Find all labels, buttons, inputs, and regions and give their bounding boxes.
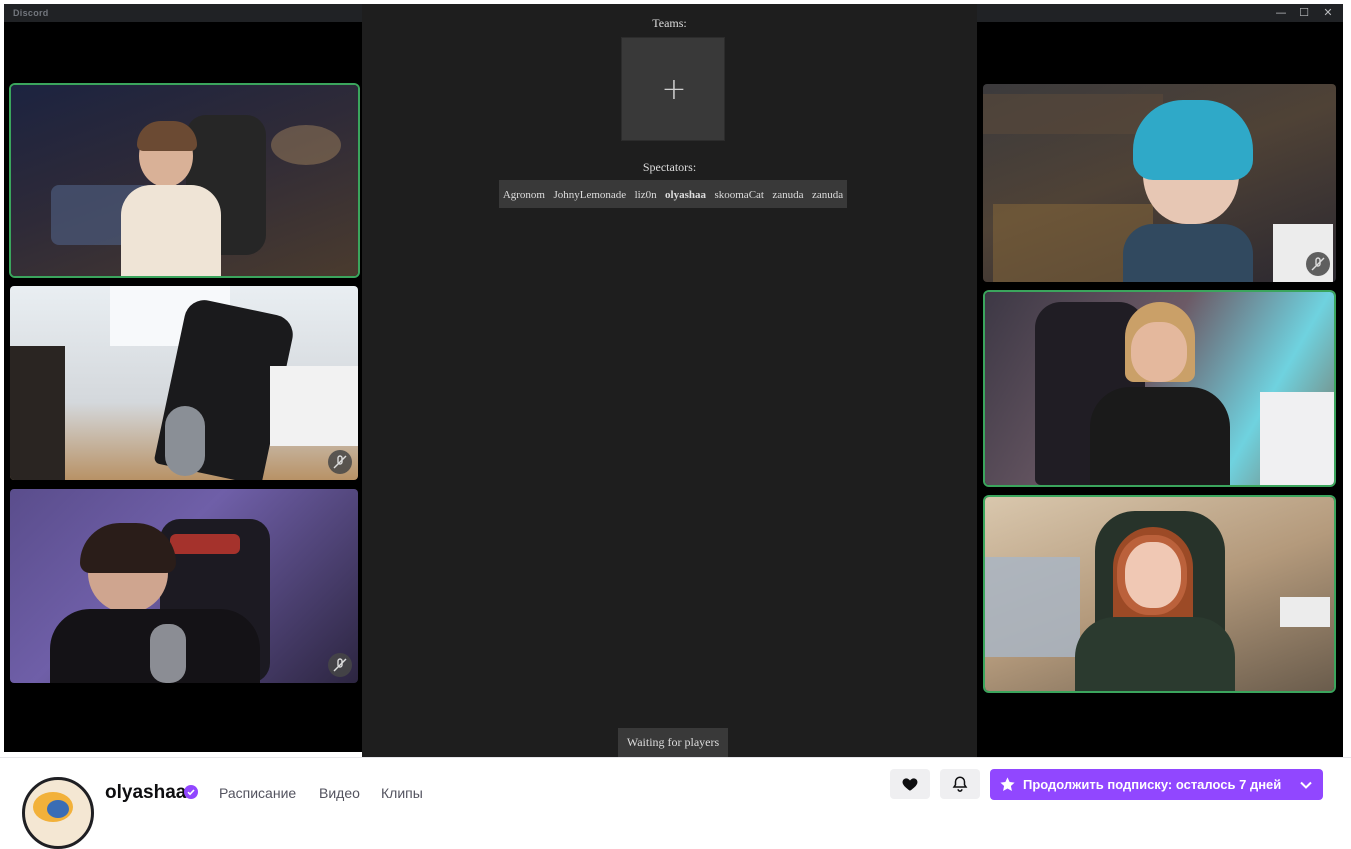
- page-edge: [1343, 22, 1351, 757]
- nav-schedule-link[interactable]: Расписание: [219, 785, 296, 801]
- nav-clips-link[interactable]: Клипы: [381, 785, 423, 801]
- video-tile-1[interactable]: [11, 85, 358, 276]
- mute-indicator: [328, 653, 352, 677]
- spectator-name: liz0n: [634, 189, 657, 201]
- app-title: Discord: [13, 8, 49, 18]
- spectator-name: Agronom: [502, 189, 545, 201]
- game-lobby-panel: Teams: + Spectators: Agronom JohnyLemona…: [362, 4, 977, 757]
- window-controls: — ☐ ✕: [977, 4, 1343, 22]
- mute-indicator: [1306, 252, 1330, 276]
- muted-mic-icon: [333, 455, 347, 469]
- muted-mic-icon: [1311, 257, 1325, 271]
- maximize-button[interactable]: ☐: [1297, 7, 1311, 19]
- video-tile-3[interactable]: [10, 489, 358, 683]
- video-tile-5[interactable]: [985, 292, 1334, 485]
- continue-subscription-button[interactable]: Продолжить подписку: осталось 7 дней: [990, 769, 1323, 800]
- verified-icon: [184, 785, 198, 799]
- video-tile-4[interactable]: [983, 84, 1336, 282]
- star-icon: [1000, 777, 1015, 791]
- spectators-label: Spectators:: [642, 160, 697, 174]
- mute-indicator: [328, 450, 352, 474]
- close-button[interactable]: ✕: [1321, 7, 1335, 19]
- notifications-button[interactable]: [940, 769, 980, 799]
- teams-label: Teams:: [652, 16, 687, 30]
- spectator-name: skoomaCat: [714, 189, 764, 201]
- follow-button[interactable]: [890, 769, 930, 799]
- bell-icon: [952, 776, 968, 792]
- twitch-channel-bar: olyashaa Расписание Видео Клипы Продолжи…: [0, 757, 1351, 849]
- chevron-down-icon: [1300, 781, 1312, 789]
- video-tile-6[interactable]: [985, 497, 1334, 691]
- spectator-name: zanuda: [812, 189, 844, 201]
- minimize-button[interactable]: —: [1274, 7, 1288, 19]
- video-tile-2[interactable]: [10, 286, 358, 480]
- screen: Discord — ☐ ✕ Teams: + Spectators: Agron…: [0, 0, 1351, 849]
- discord-titlebar: Discord: [4, 4, 362, 22]
- muted-mic-icon: [333, 658, 347, 672]
- heart-icon: [902, 778, 918, 791]
- add-team-button[interactable]: +: [621, 37, 725, 141]
- avatar[interactable]: [22, 777, 94, 849]
- spectators-list: Agronom JohnyLemonade liz0n olyashaa sko…: [499, 180, 847, 208]
- channel-name[interactable]: olyashaa: [105, 782, 186, 804]
- spectator-name-current-user: olyashaa: [665, 189, 707, 201]
- spectator-name: zanuda: [772, 189, 804, 201]
- subscribe-label: Продолжить подписку: осталось 7 дней: [1023, 777, 1282, 792]
- nav-videos-link[interactable]: Видео: [319, 785, 360, 801]
- status-badge: Waiting for players: [618, 728, 728, 757]
- spectator-name: JohnyLemonade: [553, 189, 627, 201]
- plus-icon: +: [661, 72, 687, 107]
